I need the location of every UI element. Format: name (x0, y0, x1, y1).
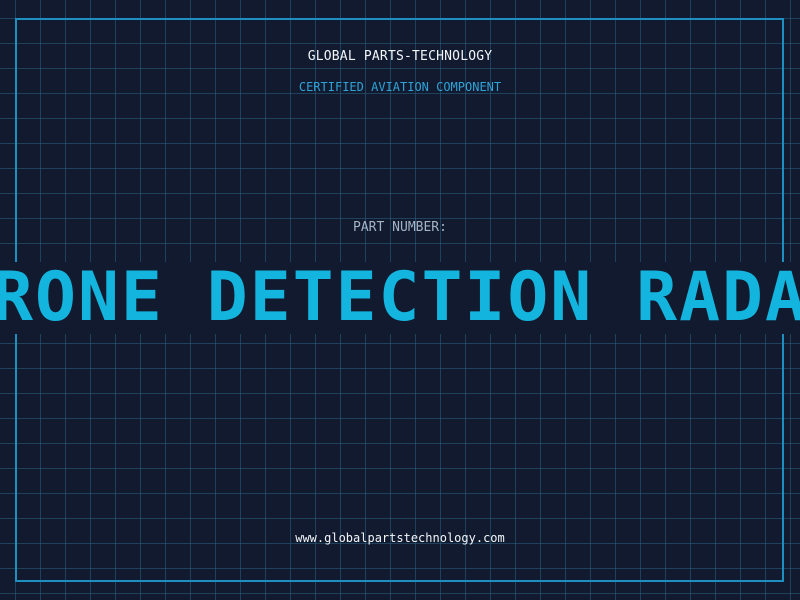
certification-subtitle: CERTIFIED AVIATION COMPONENT (298, 80, 502, 94)
website-url[interactable]: www.globalpartstechnology.com (0, 531, 800, 545)
certificate-page: GLOBAL PARTS-TECHNOLOGY CERTIFIED AVIATI… (0, 0, 800, 600)
part-name-banner: DRONE DETECTION RADAR (0, 262, 800, 334)
part-number-label: PART NUMBER: (353, 220, 447, 235)
company-name: GLOBAL PARTS-TECHNOLOGY (307, 49, 493, 64)
part-name: DRONE DETECTION RADAR (0, 262, 800, 334)
